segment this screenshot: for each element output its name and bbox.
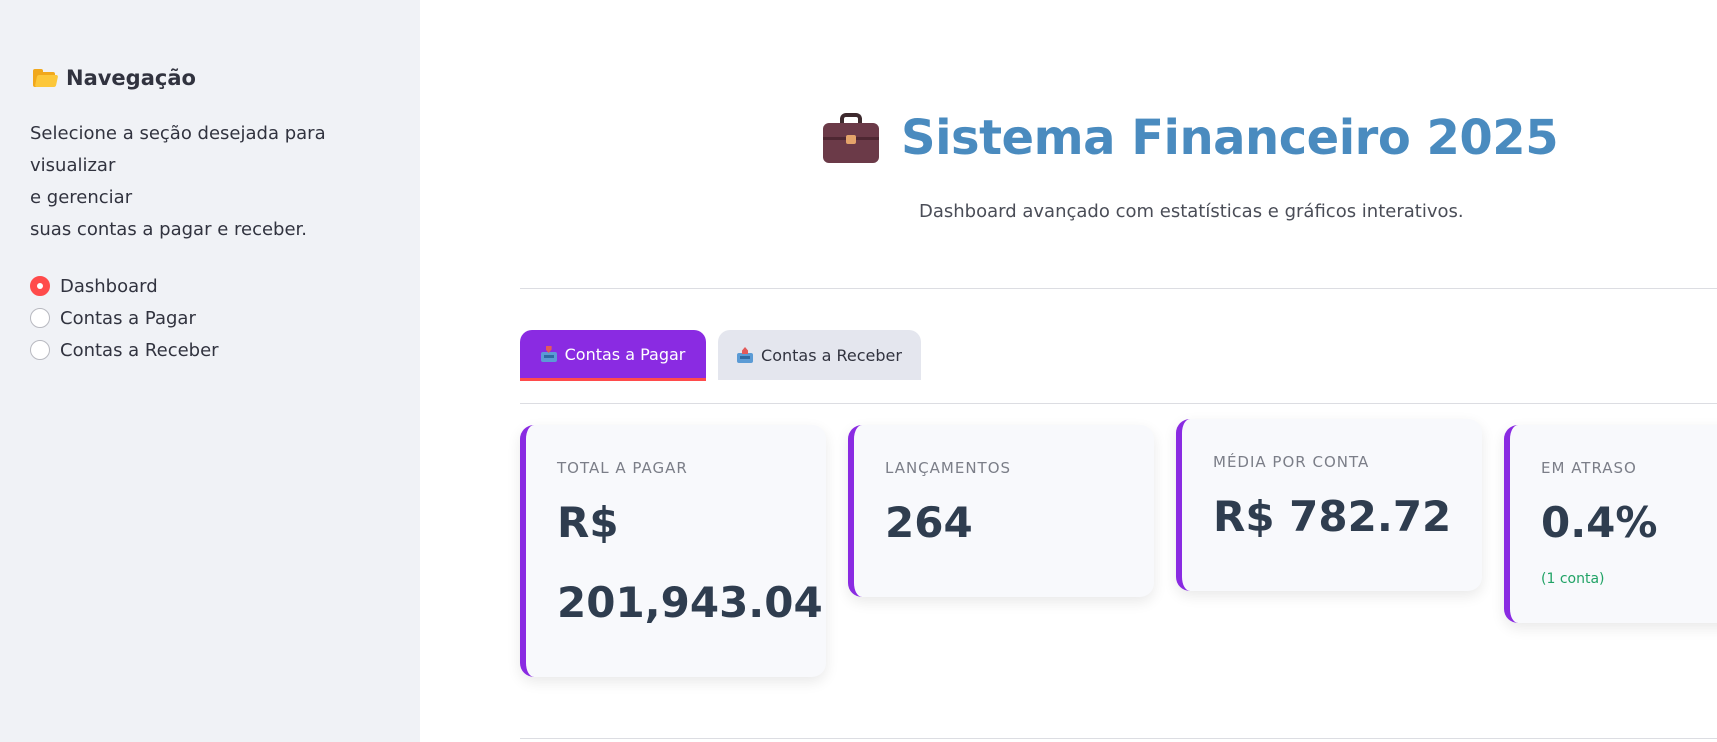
sidebar-title: Navegação [33,66,196,90]
metric-card-em-atraso: EM ATRASO 0.4% (1 conta) [1504,425,1717,623]
tab-divider [520,403,1717,404]
main-content: Sistema Financeiro 2025 Dashboard avança… [420,0,1717,742]
sidebar-description-line: suas contas a pagar e receber. [30,219,308,240]
metric-label: EM ATRASO [1541,459,1637,477]
metric-label: MÉDIA POR CONTA [1213,453,1370,471]
radio-option-contas-a-receber[interactable]: Contas a Receber [30,334,219,366]
metric-value: 0.4% [1541,498,1658,547]
radio-button-checked[interactable] [30,276,50,296]
radio-option-label: Dashboard [60,275,158,297]
tab-label: Contas a Pagar [564,344,686,364]
radio-option-label: Contas a Pagar [60,307,196,329]
radio-option-contas-a-pagar[interactable]: Contas a Pagar [30,302,219,334]
metric-value: R$ 782.72 [1213,492,1452,541]
inbox-tray-icon [540,346,557,362]
page-subtitle: Dashboard avançado com estatísticas e gr… [919,201,1464,222]
radio-option-dashboard[interactable]: Dashboard [30,270,219,302]
metric-card-total-a-pagar: TOTAL A PAGAR R$ 201,943.04 [520,425,826,677]
metric-card-lancamentos: LANÇAMENTOS 264 [848,425,1154,597]
sidebar-description-line: e gerenciar [30,187,133,208]
tab-label: Contas a Receber [761,345,902,365]
tab-contas-a-pagar[interactable]: Contas a Pagar [520,330,706,381]
tab-contas-a-receber[interactable]: Contas a Receber [718,330,921,380]
metric-value: R$ [557,498,619,547]
radio-button[interactable] [30,308,50,328]
sidebar-description-line: Selecione a seção desejada para visualiz… [30,123,326,176]
navigation-radio-group: Dashboard Contas a Pagar Contas a Recebe… [30,270,219,366]
metric-label: TOTAL A PAGAR [557,459,688,477]
metric-label: LANÇAMENTOS [885,459,1012,477]
divider [520,288,1717,289]
briefcase-icon [823,113,879,163]
outbox-tray-icon [737,347,754,363]
sidebar: Navegação Selecione a seção desejada par… [0,0,420,742]
sidebar-title-label: Navegação [66,66,196,90]
metric-note: (1 conta) [1541,571,1605,587]
page-title: Sistema Financeiro 2025 [901,110,1559,166]
folder-icon [33,69,59,87]
page-header: Sistema Financeiro 2025 [823,110,1559,166]
metric-value: 201,943.04 [557,578,823,627]
metric-value: 264 [885,498,973,547]
metric-card-media-por-conta: MÉDIA POR CONTA R$ 782.72 [1176,419,1482,591]
radio-option-label: Contas a Receber [60,339,219,361]
sidebar-description: Selecione a seção desejada para visualiz… [30,118,390,246]
bottom-divider [520,738,1717,739]
radio-button[interactable] [30,340,50,360]
